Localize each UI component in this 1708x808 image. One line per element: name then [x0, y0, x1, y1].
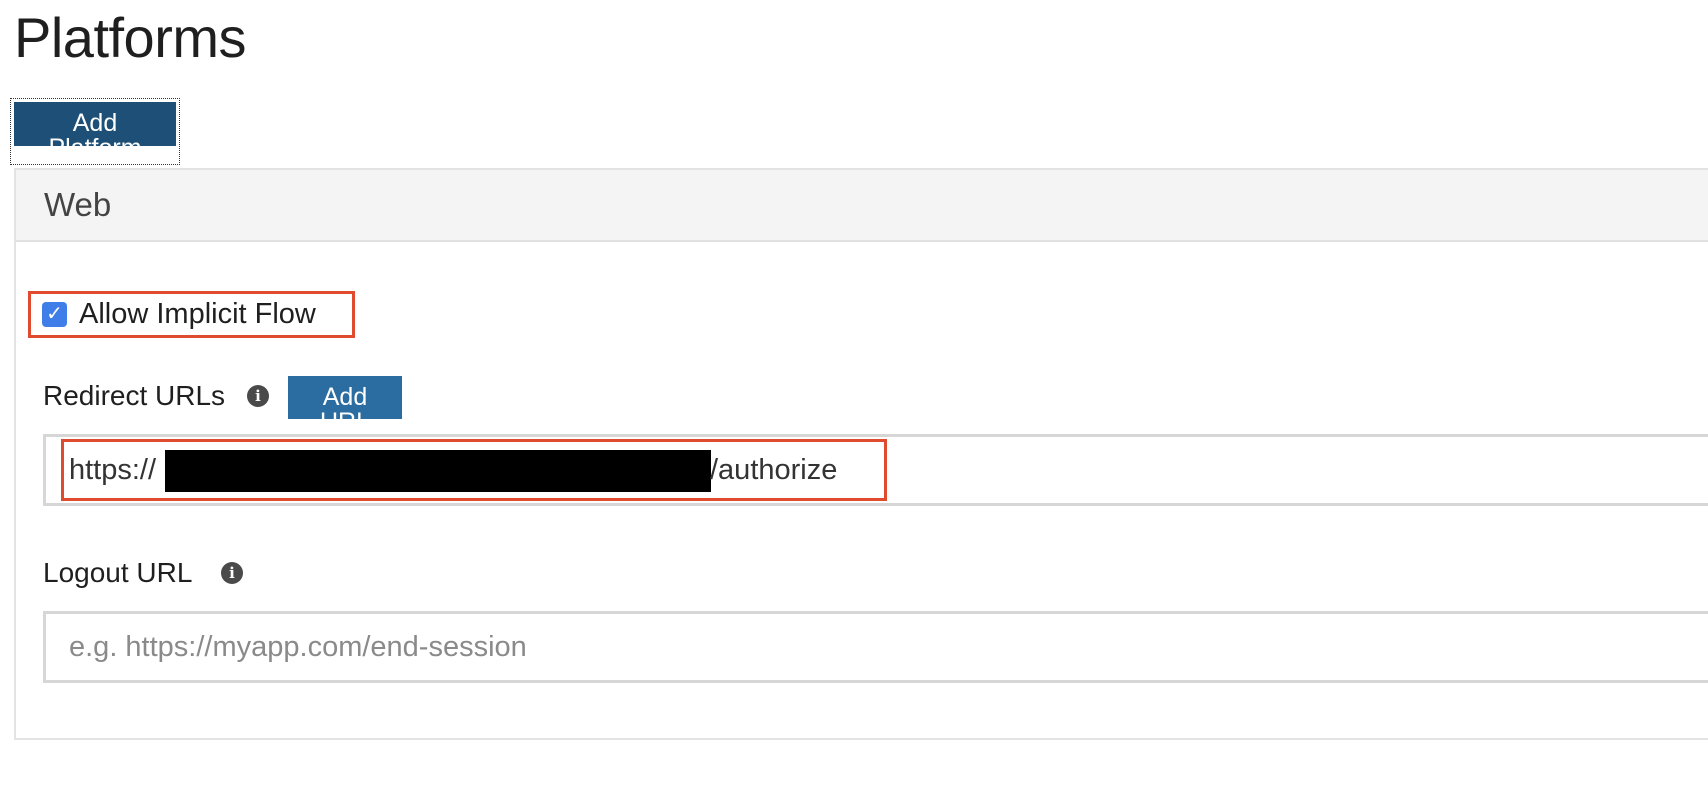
- redacted-block: [165, 450, 711, 492]
- info-icon[interactable]: i: [221, 562, 243, 584]
- info-icon[interactable]: i: [247, 385, 269, 407]
- allow-implicit-flow-label[interactable]: Allow Implicit Flow: [79, 298, 316, 331]
- panel-header: Web: [16, 170, 1708, 242]
- redirect-url-prefix: https://: [69, 454, 157, 486]
- redirect-urls-label: Redirect URLs: [43, 380, 226, 411]
- allow-implicit-flow-highlight: ✓ Allow Implicit Flow: [28, 291, 355, 338]
- allow-implicit-flow-checkbox[interactable]: ✓: [42, 302, 67, 327]
- logout-url-placeholder: e.g. https://myapp.com/end-session: [69, 631, 527, 663]
- add-url-button[interactable]: Add URL: [288, 376, 402, 435]
- redirect-url-suffix: /authorize: [710, 454, 838, 486]
- page-title: Platforms: [14, 6, 247, 69]
- add-platform-focus-ring: Add Platform: [10, 98, 180, 165]
- logout-url-label: Logout URL: [43, 557, 193, 588]
- add-platform-button[interactable]: Add Platform: [14, 102, 176, 161]
